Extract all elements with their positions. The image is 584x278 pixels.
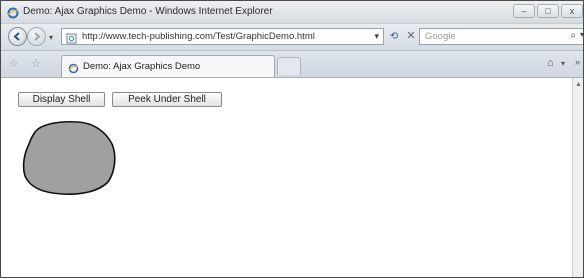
home-icon[interactable]: ⌂ bbox=[547, 57, 554, 69]
tab-active[interactable]: Demo: Ajax Graphics Demo bbox=[61, 55, 275, 77]
window-title: Demo: Ajax Graphics Demo - Windows Inter… bbox=[23, 6, 273, 17]
home-dropdown-icon[interactable]: ▾ bbox=[561, 59, 565, 68]
window-controls: – □ x bbox=[513, 4, 583, 19]
close-button[interactable]: x bbox=[561, 4, 583, 18]
search-input[interactable]: Google bbox=[425, 31, 456, 42]
address-dropdown-icon[interactable]: ▾ bbox=[374, 31, 379, 42]
search-dropdown-icon[interactable]: ▾ bbox=[580, 30, 583, 39]
back-arrow-icon bbox=[13, 32, 20, 41]
more-tools-icon[interactable]: » bbox=[575, 57, 580, 67]
history-dropdown-icon[interactable]: ▾ bbox=[49, 33, 53, 42]
vertical-scrollbar[interactable]: ▲ bbox=[572, 78, 583, 277]
address-url[interactable]: http://www.tech-publishing.com/Test/Grap… bbox=[82, 31, 315, 42]
display-shell-button[interactable]: Display Shell bbox=[18, 92, 105, 107]
title-bar: Demo: Ajax Graphics Demo - Windows Inter… bbox=[1, 1, 583, 24]
tab-page-icon bbox=[68, 61, 79, 74]
tab-title: Demo: Ajax Graphics Demo bbox=[83, 61, 201, 72]
forward-button[interactable] bbox=[27, 27, 46, 46]
tab-bar: ☆ ☆ Demo: Ajax Graphics Demo ⌂ ▾ » bbox=[1, 51, 583, 78]
page-icon bbox=[66, 31, 78, 44]
shell-shape bbox=[22, 120, 116, 195]
search-icon[interactable]: ⌕ bbox=[570, 30, 576, 41]
new-tab-button[interactable] bbox=[277, 57, 301, 75]
ie-logo-icon bbox=[7, 6, 19, 19]
browser-window: Demo: Ajax Graphics Demo - Windows Inter… bbox=[0, 0, 584, 278]
maximize-button[interactable]: □ bbox=[537, 4, 559, 18]
peek-under-shell-button[interactable]: Peek Under Shell bbox=[112, 92, 222, 107]
stop-icon[interactable]: ✕ bbox=[404, 28, 418, 45]
navigation-bar: ▾ http://www.tech-publishing.com/Test/Gr… bbox=[1, 24, 583, 51]
favorites-star-icon[interactable]: ☆ bbox=[9, 57, 19, 70]
refresh-icon[interactable]: ⟲ bbox=[386, 28, 402, 45]
add-favorites-icon[interactable]: ☆ bbox=[31, 57, 41, 70]
minimize-button[interactable]: – bbox=[513, 4, 535, 18]
back-button[interactable] bbox=[8, 27, 27, 46]
scroll-up-icon[interactable]: ▲ bbox=[575, 81, 582, 88]
search-box[interactable]: Google ⌕ ▾ bbox=[419, 28, 583, 45]
forward-arrow-icon bbox=[34, 32, 41, 41]
address-bar[interactable]: http://www.tech-publishing.com/Test/Grap… bbox=[61, 28, 384, 45]
